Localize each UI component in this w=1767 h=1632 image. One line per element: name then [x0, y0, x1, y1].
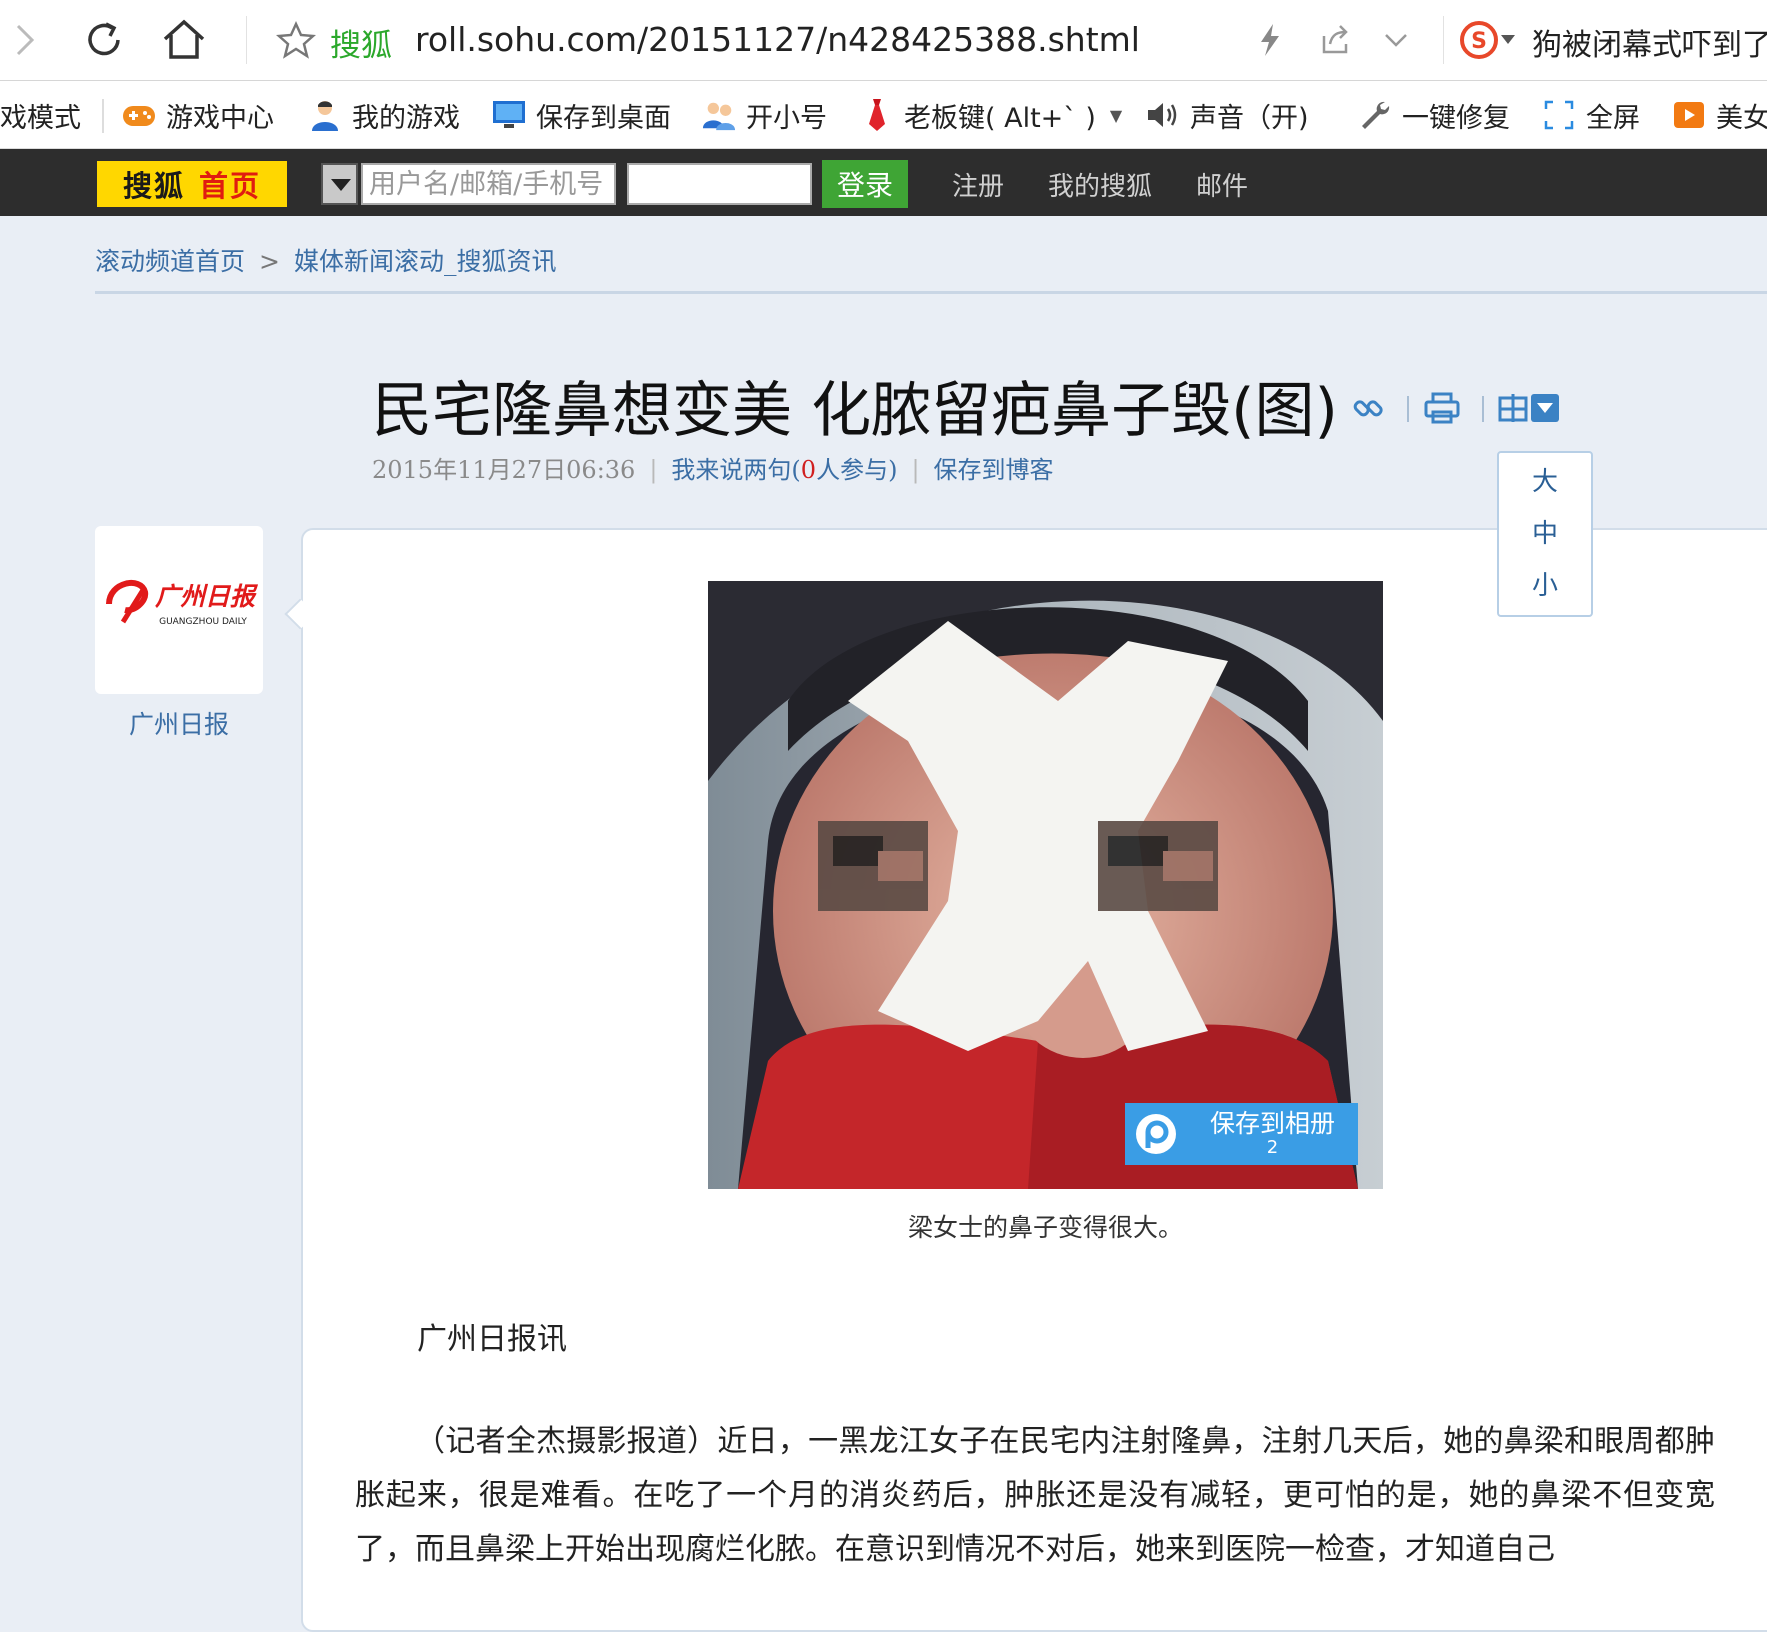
bookmark-label: 开小号	[746, 102, 827, 134]
bookmark-label: 我的游戏	[352, 102, 460, 134]
browser-address-bar: 搜狐 roll.sohu.com/20151127/n428425388.sht…	[0, 0, 1767, 81]
article-photo[interactable]	[708, 581, 1383, 1189]
bookmark-label: 全屏	[1586, 102, 1640, 134]
link-icon[interactable]	[1352, 392, 1386, 430]
comment-count: 0	[800, 456, 817, 484]
bookmark-beauty[interactable]: 美女	[1672, 95, 1767, 135]
font-size-large[interactable]: 大	[1499, 453, 1591, 505]
login-button[interactable]: 登录	[822, 160, 908, 208]
source-name[interactable]: 广州日报	[95, 705, 263, 741]
bookmark-label: 美女	[1716, 102, 1767, 134]
article-paragraph: （记者全杰摄影报道）近日，一黑龙江女子在民宅内注射隆鼻，注射几天后，她的鼻梁和眼…	[355, 1424, 1715, 1567]
user-icon	[308, 98, 342, 132]
mail-link[interactable]: 邮件	[1196, 166, 1248, 203]
forward-icon[interactable]	[0, 16, 48, 64]
breadcrumb-separator: >	[259, 247, 280, 276]
users-icon	[702, 98, 736, 132]
save-to-blog-link[interactable]: 保存到博客	[934, 456, 1054, 484]
logo-text-home: 首页	[199, 169, 262, 203]
logo-text-sohu: 搜狐	[122, 169, 185, 203]
breadcrumb-channel[interactable]: 媒体新闻滚动_搜狐资讯	[294, 247, 557, 276]
refresh-icon[interactable]	[80, 16, 128, 64]
font-size-icon[interactable]	[1497, 392, 1529, 428]
bookmark-fullscreen[interactable]: 全屏	[1542, 95, 1640, 135]
speaker-icon	[1146, 98, 1180, 132]
chevron-down-icon[interactable]	[1372, 16, 1420, 64]
bookmark-save-desktop[interactable]: 保存到桌面	[492, 95, 671, 135]
print-icon[interactable]	[1424, 392, 1460, 428]
bookmark-sound[interactable]: 声音（开)	[1146, 95, 1309, 135]
article-lead: 广州日报讯	[417, 1322, 567, 1357]
font-size-menu: 大 中 小	[1497, 451, 1593, 617]
share-icon[interactable]	[1312, 16, 1360, 64]
bookmark-label: 戏模式	[0, 102, 81, 134]
comment-prefix: 我来说两句(	[671, 456, 801, 484]
sohu-top-nav: 搜狐 首页 登录 注册 我的搜狐 邮件	[0, 149, 1767, 216]
font-size-medium[interactable]: 中	[1499, 505, 1591, 557]
logo-chinese-text: 广州日报	[155, 582, 259, 611]
save-album-count: 2	[1266, 1137, 1279, 1158]
caret-down-icon[interactable]	[1495, 16, 1521, 64]
page-title: 民宅隆鼻想变美 化脓留疤鼻子毁(图)	[372, 376, 1338, 446]
breadcrumb-home[interactable]: 滚动频道首页	[95, 247, 245, 276]
bookmark-boss-key[interactable]: 老板键( Alt+` ) ▼	[860, 95, 1122, 135]
article-meta: 2015年11月27日06:36 | 我来说两句(0人参与) | 保存到博客	[372, 456, 1054, 484]
password-input[interactable]	[627, 163, 812, 205]
svg-text:S: S	[1471, 29, 1487, 54]
username-input[interactable]	[361, 163, 616, 205]
news-ticker[interactable]: 狗被闭幕式吓到了	[1532, 20, 1767, 64]
wrench-icon	[1358, 98, 1392, 132]
guangzhou-daily-logo: 广州日报 GUANGZHOU DAILY	[106, 580, 259, 627]
caret-down-icon[interactable]: ▼	[1110, 106, 1122, 125]
video-icon	[1672, 98, 1706, 132]
breadcrumb-divider	[95, 291, 1767, 294]
bookmark-label: 一键修复	[1402, 102, 1510, 134]
lightning-icon[interactable]	[1246, 16, 1294, 64]
bookmark-repair[interactable]: 一键修复	[1358, 95, 1510, 135]
photo-caption: 梁女士的鼻子变得很大。	[907, 1213, 1183, 1242]
fullscreen-icon	[1542, 98, 1576, 132]
necktie-icon	[860, 98, 894, 132]
font-size-dropdown-icon[interactable]	[1530, 393, 1560, 427]
home-icon[interactable]	[160, 16, 208, 64]
bookmark-label: 游戏中心	[166, 102, 274, 134]
logo-english-text: GUANGZHOU DAILY	[159, 617, 247, 627]
bookmark-label: 保存到桌面	[536, 102, 671, 134]
font-size-small[interactable]: 小	[1499, 557, 1591, 609]
save-to-album-button[interactable]: 保存到相册 2	[1125, 1103, 1358, 1165]
search-brand[interactable]: 搜狐	[330, 20, 392, 65]
comment-suffix: 人参与)	[816, 456, 898, 484]
star-icon[interactable]	[272, 16, 320, 64]
my-sohu-link[interactable]: 我的搜狐	[1048, 166, 1152, 203]
bookmark-my-games[interactable]: 我的游戏	[308, 95, 460, 135]
bookmark-alt-account[interactable]: 开小号	[702, 95, 827, 135]
sohu-home-logo[interactable]: 搜狐 首页	[97, 161, 287, 207]
bookmark-label: 老板键( Alt+` )	[904, 102, 1096, 134]
source-logo-card[interactable]: 广州日报 GUANGZHOU DAILY	[95, 526, 263, 694]
comment-link[interactable]: 我来说两句(0人参与)	[671, 456, 897, 484]
album-icon	[1125, 1103, 1187, 1165]
publish-date: 2015年11月27日06:36	[372, 456, 636, 484]
breadcrumb: 滚动频道首页 > 媒体新闻滚动_搜狐资讯	[95, 242, 556, 278]
article-tools	[1352, 388, 1562, 428]
save-album-label: 保存到相册	[1209, 1109, 1335, 1138]
register-link[interactable]: 注册	[952, 166, 1004, 203]
bookmark-label: 声音（开)	[1190, 102, 1309, 134]
bookmark-game-center[interactable]: 游戏中心	[122, 95, 274, 135]
url-field[interactable]: roll.sohu.com/20151127/n428425388.shtml	[415, 20, 1140, 59]
bookmark-game-mode[interactable]: 戏模式	[0, 95, 81, 135]
gamepad-icon	[122, 98, 156, 132]
bookmarks-toolbar: 戏模式 游戏中心 我的游戏 保存到桌面 开小号 老板键( Alt+` ) ▼ 声…	[0, 81, 1767, 149]
account-type-dropdown[interactable]	[321, 163, 358, 205]
monitor-icon	[492, 98, 526, 132]
